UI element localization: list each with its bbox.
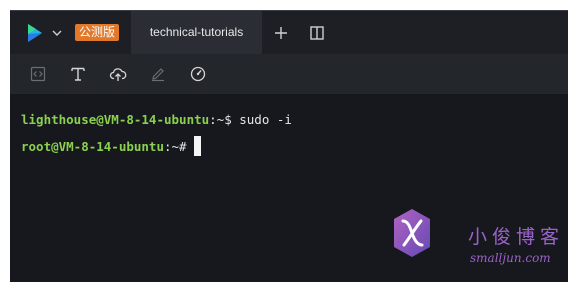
watermark-text: 小俊博客 [468, 226, 565, 248]
watermark-url: smalljun.com [470, 251, 551, 265]
prompt-user-host: lighthouse@VM-8-14-ubuntu [21, 112, 210, 127]
tab-technical-tutorials[interactable]: technical-tutorials [131, 11, 262, 54]
title-bar: 公测版 technical-tutorials [10, 11, 568, 54]
app-logo-icon[interactable] [26, 22, 46, 44]
command-text: sudo -i [231, 112, 292, 127]
prompt-user-host: root@VM-8-14-ubuntu [21, 139, 164, 154]
plus-icon[interactable] [272, 24, 290, 42]
prompt-separator: :~# [164, 139, 187, 154]
split-view-icon[interactable] [308, 24, 326, 42]
cloud-upload-icon[interactable] [109, 65, 127, 83]
terminal-line: lighthouse@VM-8-14-ubuntu:~$ sudo -i [21, 112, 292, 127]
gauge-icon[interactable] [189, 65, 207, 83]
text-format-icon[interactable] [69, 65, 87, 83]
edit-icon[interactable] [149, 65, 167, 83]
code-icon[interactable] [29, 65, 47, 83]
terminal-line: root@VM-8-14-ubuntu:~# [21, 136, 201, 156]
terminal-cursor [193, 136, 201, 156]
toolbar [10, 54, 568, 94]
prompt-separator: :~$ [209, 112, 232, 127]
beta-badge: 公测版 [75, 24, 120, 41]
chevron-down-icon[interactable] [51, 27, 63, 39]
